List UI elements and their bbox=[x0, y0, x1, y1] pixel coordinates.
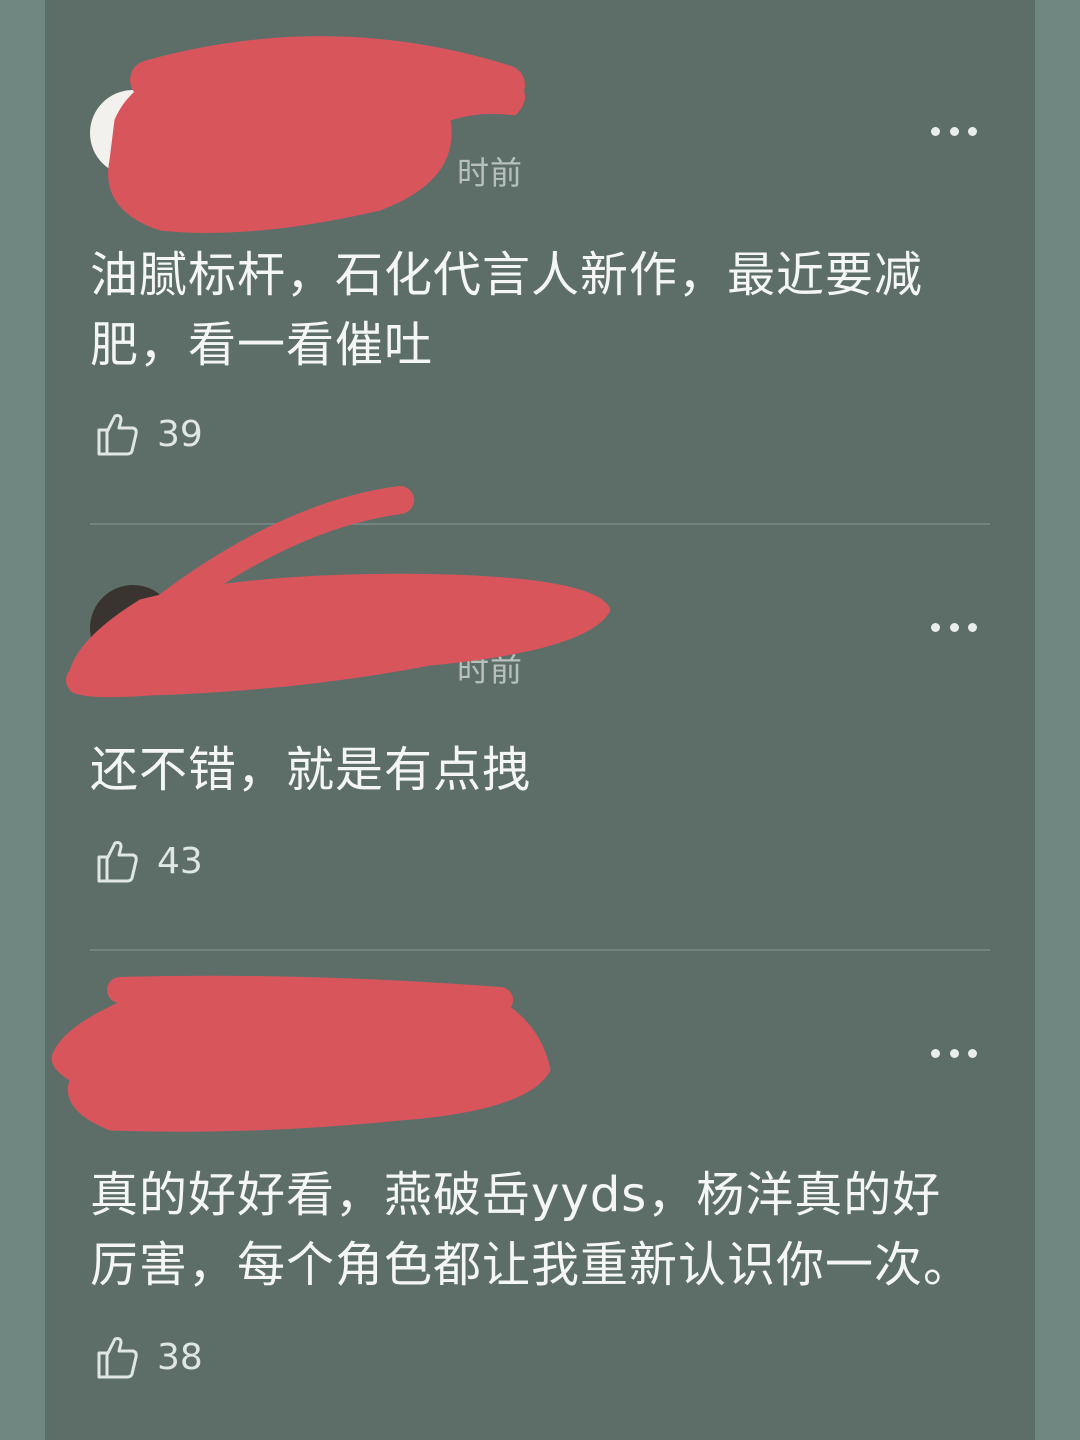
avatar[interactable] bbox=[90, 1012, 176, 1098]
avatar[interactable] bbox=[90, 90, 176, 176]
comment-text-line: 还不错，就是有点拽 bbox=[90, 742, 532, 798]
comment-list: 时前 油腻标杆，石化代言人新作，最近要减 肥，看一看催吐 39 时前 还不错，就… bbox=[45, 0, 1035, 1440]
thumbs-up-icon bbox=[97, 414, 138, 456]
divider bbox=[90, 523, 990, 525]
like-count: 43 bbox=[157, 840, 203, 882]
comment-text-line: 真的好好看，燕破岳yyds，杨洋真的好 bbox=[90, 1167, 942, 1223]
more-options-button[interactable] bbox=[931, 619, 977, 635]
more-dots-icon bbox=[931, 126, 940, 136]
comment-text: 真的好好看，燕破岳yyds，杨洋真的好 厉害，每个角色都让我重新认识你一次。 bbox=[90, 1160, 990, 1300]
like-count: 39 bbox=[157, 413, 203, 455]
comment-text: 还不错，就是有点拽 bbox=[90, 735, 990, 805]
comment-text-line: 厉害，每个角色都让我重新认识你一次。 bbox=[90, 1237, 973, 1293]
like-count: 38 bbox=[157, 1336, 203, 1378]
right-margin bbox=[1035, 0, 1080, 1440]
like-button[interactable]: 38 bbox=[95, 1333, 203, 1381]
left-margin bbox=[0, 0, 45, 1440]
more-dots-icon bbox=[931, 622, 940, 632]
thumbs-up-icon bbox=[97, 1337, 138, 1379]
avatar[interactable] bbox=[90, 585, 176, 671]
comment-text: 油腻标杆，石化代言人新作，最近要减 肥，看一看催吐 bbox=[90, 240, 990, 380]
more-options-button[interactable] bbox=[931, 123, 977, 139]
like-button[interactable]: 43 bbox=[95, 837, 203, 885]
comment-time: 时前 bbox=[457, 651, 524, 689]
comment-text-line: 油腻标杆，石化代言人新作，最近要减 bbox=[90, 247, 924, 303]
more-options-button[interactable] bbox=[931, 1045, 977, 1061]
comment-time: 时前 bbox=[457, 154, 524, 192]
more-dots-icon bbox=[931, 1048, 940, 1058]
like-button[interactable]: 39 bbox=[95, 410, 203, 458]
thumbs-up-icon bbox=[97, 841, 138, 883]
divider bbox=[90, 949, 990, 951]
comment-text-line: 肥，看一看催吐 bbox=[90, 317, 434, 373]
